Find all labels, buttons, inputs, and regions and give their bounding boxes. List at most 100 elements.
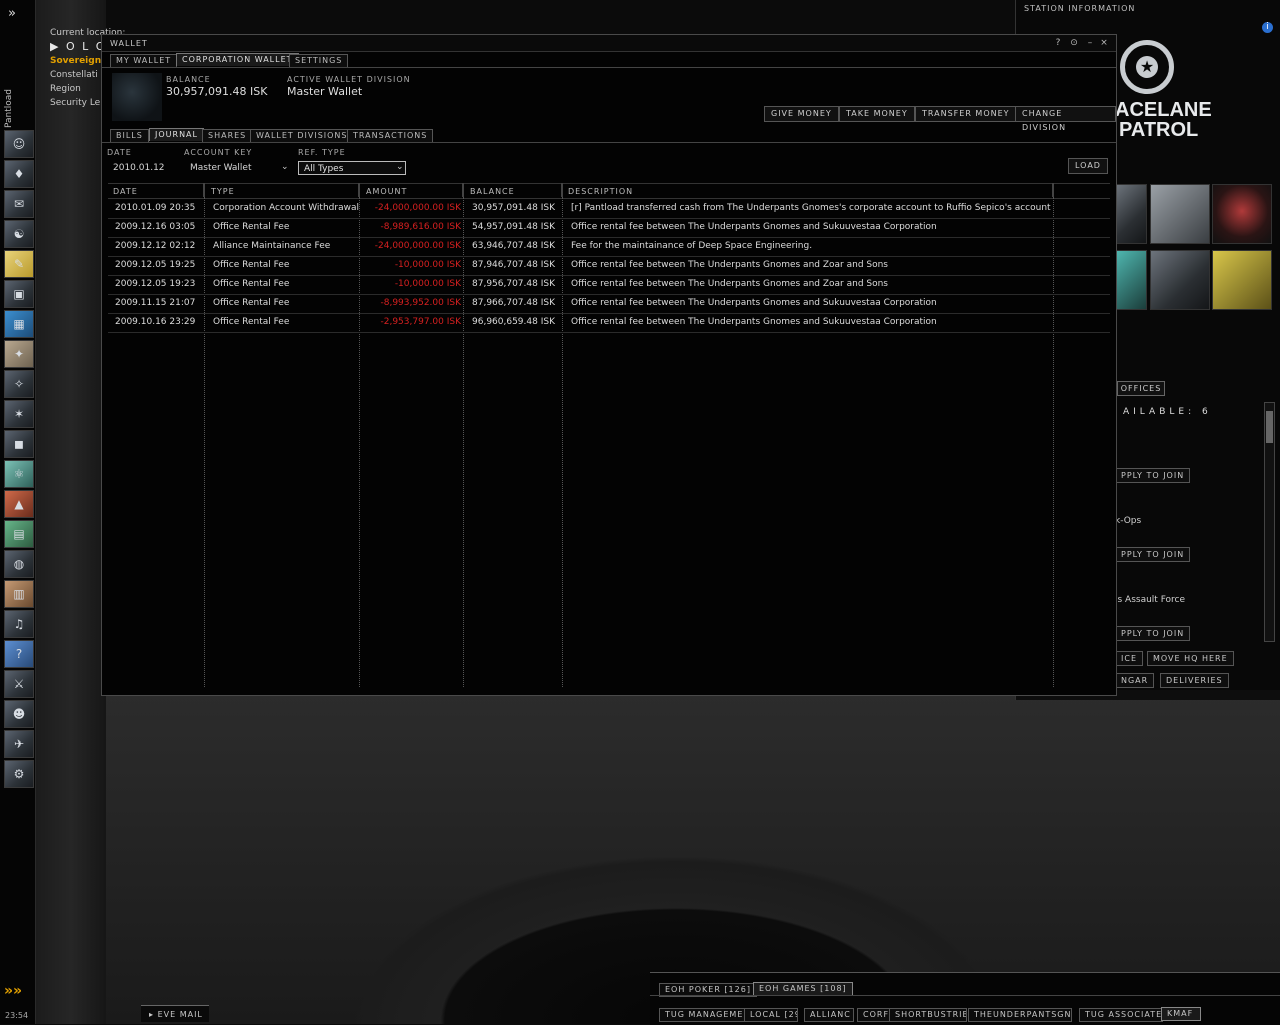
table-row[interactable]: 2009.12.16 03:05 Office Rental Fee -8,98… xyxy=(108,218,1110,238)
column-resizer[interactable] xyxy=(462,183,464,197)
chat-tab[interactable]: CORF xyxy=(857,1008,891,1022)
tab-settings[interactable]: SETTINGS xyxy=(289,54,349,67)
col-description[interactable]: DESCRIPTION xyxy=(568,187,633,196)
people-icon[interactable]: ☯ xyxy=(4,220,34,248)
settings-icon[interactable]: ⊙ xyxy=(1068,38,1080,48)
col-amount[interactable]: AMOUNT xyxy=(366,187,407,196)
apply-to-join-button[interactable]: PPLY TO JOIN xyxy=(1115,547,1191,562)
column-resizer[interactable] xyxy=(1052,183,1054,197)
move-hq-here-button[interactable]: MOVE HQ HERE xyxy=(1147,651,1234,666)
wallet-icon[interactable]: ▦ xyxy=(4,310,34,338)
table-row[interactable]: 2009.12.05 19:25 Office Rental Fee -10,0… xyxy=(108,256,1110,276)
audio-icon[interactable]: ♫ xyxy=(4,610,34,638)
items-icon[interactable]: ⚙ xyxy=(4,760,34,788)
row-balance: 87,956,707.48 ISK xyxy=(472,279,555,289)
table-row[interactable]: 2009.12.05 19:23 Office Rental Fee -10,0… xyxy=(108,275,1110,295)
apply-to-join-button[interactable]: PPLY TO JOIN xyxy=(1115,468,1191,483)
chat-tab[interactable]: TUG ASSOCIATE xyxy=(1079,1008,1163,1022)
station-scrollbar[interactable] xyxy=(1264,402,1275,642)
help-icon[interactable]: ? xyxy=(1052,38,1064,48)
medal-service-icon[interactable] xyxy=(1150,184,1210,244)
calculator-icon[interactable]: ▤ xyxy=(4,520,34,548)
tab-journal[interactable]: JOURNAL xyxy=(149,128,204,141)
change-division-button[interactable]: CHANGE DIVISION xyxy=(1015,106,1116,132)
tab-bills[interactable]: BILLS xyxy=(110,129,149,142)
market-icon[interactable]: ✶ xyxy=(4,400,34,428)
close-icon[interactable]: × xyxy=(1098,38,1110,48)
chat-tab[interactable]: EOH GAMES [108] xyxy=(753,982,853,996)
skills-icon[interactable]: ♦ xyxy=(4,160,34,188)
tab-transactions[interactable]: TRANSACTIONS xyxy=(347,129,434,142)
tab-divider xyxy=(102,67,1116,68)
market-service-icon[interactable] xyxy=(1150,250,1210,310)
chevron-down-icon[interactable]: ⌄ xyxy=(396,162,404,172)
chat-tab[interactable]: THEUNDERPANTSGNOMI xyxy=(968,1008,1072,1022)
chat-tab[interactable]: KMAF xyxy=(1161,1007,1201,1021)
assets-icon[interactable]: ▣ xyxy=(4,280,34,308)
notepad-icon[interactable]: ✎ xyxy=(4,250,34,278)
column-resizer[interactable] xyxy=(561,183,563,197)
ref-type-select[interactable]: All Types xyxy=(298,161,406,175)
mail-icon[interactable]: ✉ xyxy=(4,190,34,218)
available-count: 6 xyxy=(1201,407,1212,417)
science-service-icon[interactable] xyxy=(1115,250,1147,310)
fitting-icon[interactable]: ▲ xyxy=(4,490,34,518)
map-icon[interactable]: ✦ xyxy=(4,340,34,368)
scrollbar-thumb[interactable] xyxy=(1266,411,1273,443)
wallet-window: WALLET ? ⊙ – × MY WALLET CORPORATION WAL… xyxy=(101,34,1117,696)
chat-tab[interactable]: TUG MANAGEMEN xyxy=(659,1008,748,1022)
corporation-icon[interactable]: ✧ xyxy=(4,370,34,398)
ships-icon[interactable]: ✈ xyxy=(4,730,34,758)
science-icon[interactable]: ⚛ xyxy=(4,460,34,488)
col-balance[interactable]: BALANCE xyxy=(470,187,515,196)
corp-entry-2[interactable]: ls Assault Force xyxy=(1115,595,1185,605)
recycle-service-icon[interactable] xyxy=(1212,250,1272,310)
table-row[interactable]: 2009.10.16 23:29 Office Rental Fee -2,95… xyxy=(108,313,1110,333)
tab-corporation-wallet[interactable]: CORPORATION WALLET xyxy=(176,53,299,66)
table-row[interactable]: 2009.12.12 02:12 Alliance Maintainance F… xyxy=(108,237,1110,257)
journal-header: DATE TYPE AMOUNT BALANCE DESCRIPTION xyxy=(108,183,1110,199)
chat-tab[interactable]: SHORTBUSTRIB xyxy=(889,1008,967,1022)
tab-shares[interactable]: SHARES xyxy=(202,129,253,142)
corp-entry-1[interactable]: k-Ops xyxy=(1115,516,1141,526)
character-sheet-icon[interactable]: ☺ xyxy=(4,130,34,158)
table-row[interactable]: 2010.01.09 20:35 Corporation Account Wit… xyxy=(108,199,1110,219)
take-money-button[interactable]: TAKE MONEY xyxy=(839,106,915,122)
account-key-select[interactable]: Master Wallet xyxy=(190,163,252,173)
col-date[interactable]: DATE xyxy=(113,187,138,196)
chevron-down-icon[interactable]: ⌄ xyxy=(281,162,289,172)
date-field[interactable]: 2010.01.12 xyxy=(113,163,165,173)
tab-wallet-divisions[interactable]: WALLET DIVISIONS xyxy=(250,129,354,142)
info-icon[interactable]: i xyxy=(1262,22,1273,33)
hangar-button[interactable]: NGAR xyxy=(1115,673,1155,688)
column-resizer[interactable] xyxy=(203,183,205,197)
service-icon[interactable] xyxy=(1115,184,1147,244)
chat-tab[interactable]: ALLIANC xyxy=(804,1008,854,1022)
load-button[interactable]: LOAD xyxy=(1068,158,1108,174)
neocom-toggle-icon[interactable]: »» xyxy=(4,983,32,1001)
tab-offices[interactable]: OFFICES xyxy=(1117,381,1165,396)
help-icon[interactable]: ? xyxy=(4,640,34,668)
pilot-name[interactable]: Pantload xyxy=(4,88,24,128)
agents-icon[interactable]: ☻ xyxy=(4,700,34,728)
col-type[interactable]: TYPE xyxy=(211,187,235,196)
eve-mail-button[interactable]: ▸ EVE MAIL xyxy=(141,1005,209,1022)
row-type: Office Rental Fee xyxy=(213,260,290,270)
apply-to-join-button[interactable]: PPLY TO JOIN xyxy=(1115,626,1191,641)
chat-tab[interactable]: LOCAL [29 xyxy=(744,1008,798,1022)
give-money-button[interactable]: GIVE MONEY xyxy=(764,106,839,122)
tab-my-wallet[interactable]: MY WALLET xyxy=(110,54,178,67)
factions-icon[interactable]: ◼ xyxy=(4,430,34,458)
agent-service-icon[interactable] xyxy=(1212,184,1272,244)
medals-icon[interactable]: ⚔ xyxy=(4,670,34,698)
expand-neocom-icon[interactable]: » xyxy=(8,6,16,21)
office-button[interactable]: ICE xyxy=(1115,651,1143,666)
contracts-icon[interactable]: ▥ xyxy=(4,580,34,608)
journal-icon[interactable]: ◍ xyxy=(4,550,34,578)
wallet-header[interactable]: WALLET ? ⊙ – × xyxy=(102,35,1116,52)
table-row[interactable]: 2009.11.15 21:07 Office Rental Fee -8,99… xyxy=(108,294,1110,314)
minimize-icon[interactable]: – xyxy=(1084,38,1096,48)
deliveries-button[interactable]: DELIVERIES xyxy=(1160,673,1229,688)
transfer-money-button[interactable]: TRANSFER MONEY xyxy=(915,106,1017,122)
column-resizer[interactable] xyxy=(358,183,360,197)
